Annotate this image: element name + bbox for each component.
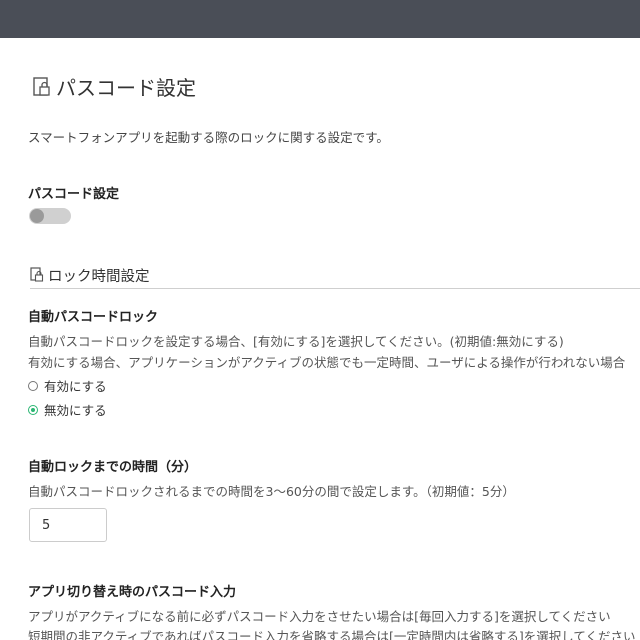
radio-enable[interactable]: 有効にする	[28, 376, 107, 395]
lock-section-title: ロック時間設定	[30, 262, 640, 289]
lock-time-label: 自動ロックまでの時間（分）	[28, 460, 198, 475]
lock-document-icon	[32, 76, 52, 98]
top-bar	[0, 0, 640, 38]
app-switch-desc-1: アプリがアクティブになる前に必ずパスコード入力をさせたい場合は[毎回入力する]を…	[28, 609, 611, 624]
lock-section-title-text: ロック時間設定	[48, 268, 150, 285]
app-switch-desc-2: 短期間の非アクティブであればパスコード入力を省略する場合は[一定時間内は省略する…	[28, 629, 636, 640]
auto-lock-label: 自動パスコードロック	[28, 310, 159, 325]
page-title-text: パスコード設定	[56, 76, 196, 100]
passcode-label: パスコード設定	[28, 187, 120, 202]
page-description: スマートフォンアプリを起動する際のロックに関する設定です。	[28, 130, 389, 145]
settings-page: パスコード設定 スマートフォンアプリを起動する際のロックに関する設定です。 パス…	[28, 38, 640, 640]
auto-lock-desc-2: 有効にする場合、アプリケーションがアクティブの状態でも一定時間、ユーザによる操作…	[28, 355, 626, 370]
page-title: パスコード設定	[32, 72, 196, 101]
radio-disable-label: 無効にする	[44, 403, 107, 418]
passcode-toggle[interactable]	[29, 208, 71, 224]
radio-disable[interactable]: 無効にする	[28, 400, 107, 419]
radio-enable-label: 有効にする	[44, 379, 107, 394]
app-switch-label: アプリ切り替え時のパスコード入力	[28, 585, 237, 600]
radio-circle	[28, 380, 38, 391]
lock-time-desc: 自動パスコードロックされるまでの時間を3〜60分の間で設定します。（初期値：5分…	[28, 484, 515, 499]
toggle-knob	[30, 209, 44, 223]
lock-time-input[interactable]	[29, 508, 107, 542]
lock-document-icon	[30, 267, 44, 283]
auto-lock-desc-1: 自動パスコードロックを設定する場合、[有効にする]を選択してください。(初期値:…	[28, 334, 564, 349]
radio-circle-checked	[28, 404, 38, 415]
